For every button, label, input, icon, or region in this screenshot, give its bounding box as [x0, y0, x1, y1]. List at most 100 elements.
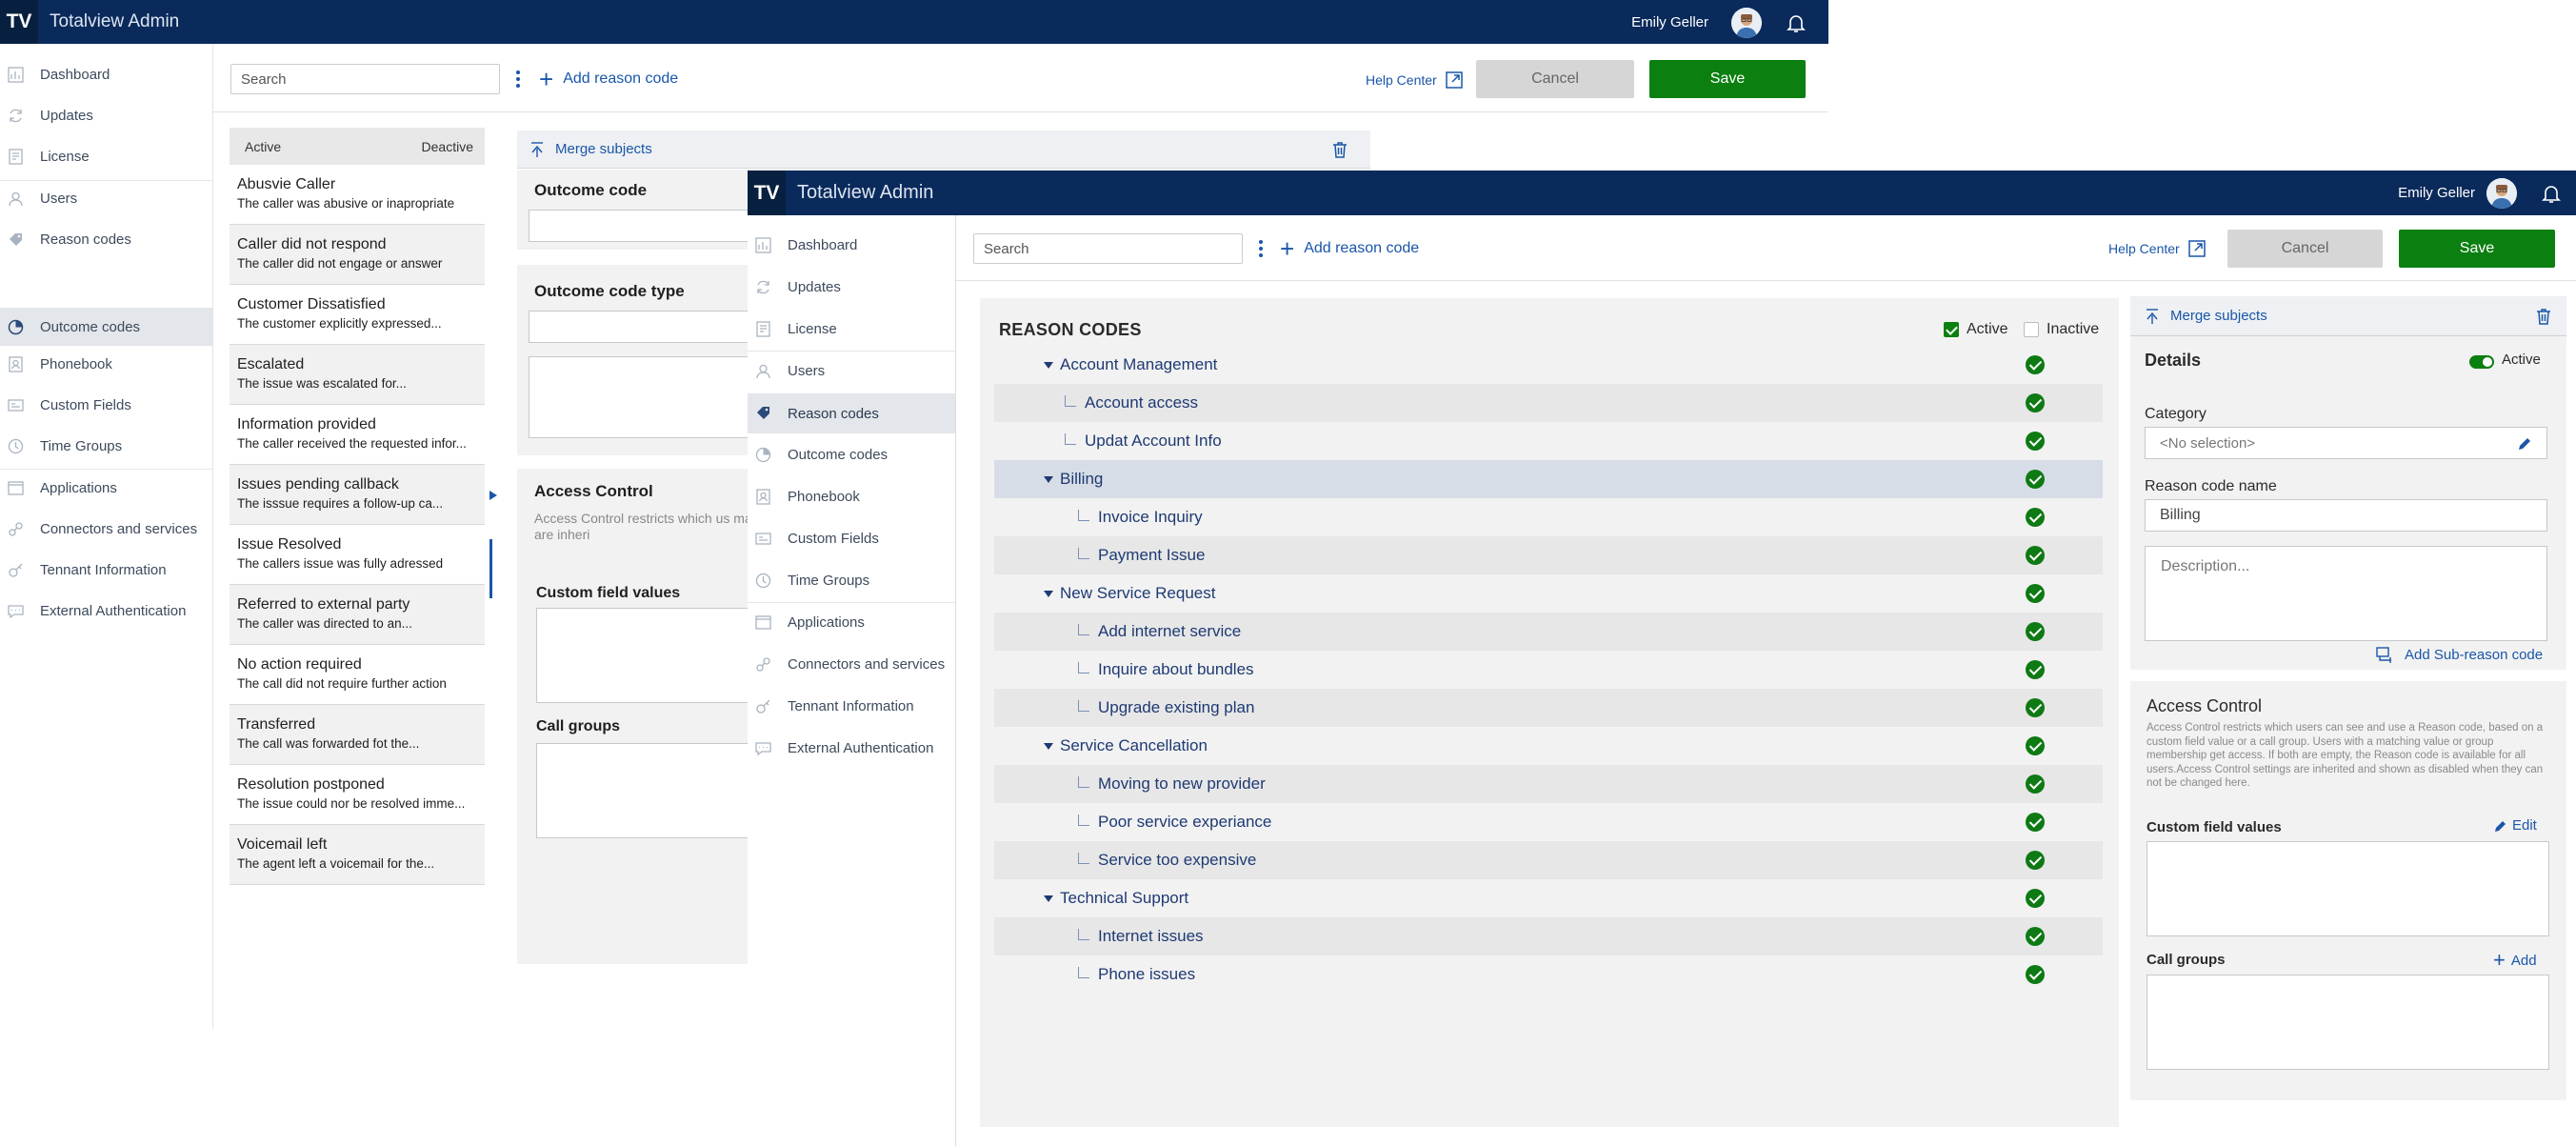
list-item[interactable]: Issues pending callback The isssue requir… [230, 465, 485, 525]
list-item[interactable]: Abusvie Caller The caller was abusive or … [230, 165, 485, 225]
sidebar-item-custom-fields[interactable]: Custom Fields [0, 386, 212, 424]
tab-active[interactable]: Active [245, 139, 281, 154]
avatar[interactable] [2486, 178, 2517, 209]
active-toggle[interactable] [2469, 355, 2494, 369]
category-field[interactable]: <No selection> [2145, 427, 2547, 459]
search-input[interactable]: Search [973, 233, 1243, 264]
tree-row-child[interactable]: Invoice Inquiry [994, 498, 2103, 536]
tree-row-parent[interactable]: New Service Request [994, 574, 2103, 613]
description-textarea[interactable]: Description... [2145, 546, 2547, 641]
list-item[interactable]: Resolution postponed The issue could nor … [230, 765, 485, 825]
merge-subjects-button[interactable]: Merge subjects [2130, 296, 2566, 336]
sidebar-item-time-groups[interactable]: Time Groups [748, 561, 955, 599]
active-checkbox[interactable] [1944, 322, 1959, 337]
more-options-icon[interactable] [1258, 239, 1264, 258]
sidebar-item-reason-codes[interactable]: Reason codes [748, 393, 955, 433]
sidebar-item-license[interactable]: License [0, 137, 212, 175]
search-input[interactable]: Search [230, 64, 500, 94]
save-button[interactable]: Save [1649, 60, 1806, 98]
tree-row-child[interactable]: Payment Issue [994, 536, 2103, 574]
tree-row-child[interactable]: Phone issues [994, 955, 2103, 994]
custom-field-values-box[interactable] [2147, 841, 2549, 936]
more-options-icon[interactable] [515, 70, 521, 89]
list-item[interactable]: Referred to external party The caller was… [230, 585, 485, 645]
collapse-caret-icon[interactable] [1044, 743, 1053, 750]
sidebar-item-phonebook[interactable]: Phonebook [748, 477, 955, 515]
cancel-button[interactable]: Cancel [1476, 60, 1634, 98]
collapse-caret-icon[interactable] [1044, 362, 1053, 369]
tree-row-child[interactable]: Add internet service [994, 613, 2103, 651]
collapse-caret-icon[interactable] [1044, 895, 1053, 902]
tree-row-child[interactable]: Moving to new provider [994, 765, 2103, 803]
list-item[interactable]: Issue Resolved The callers issue was full… [230, 525, 485, 585]
sidebar-item-tenant-info[interactable]: Tennant Information [0, 551, 212, 589]
sidebar-item-users[interactable]: Users [0, 179, 212, 217]
delete-icon[interactable] [2534, 307, 2553, 326]
sidebar-item-tenant-info[interactable]: Tennant Information [748, 687, 955, 725]
sidebar-item-users[interactable]: Users [748, 352, 955, 390]
filter-active[interactable]: Active [1944, 320, 2008, 339]
tree-row-parent[interactable]: Service Cancellation [994, 727, 2103, 765]
sidebar-item-license[interactable]: License [748, 310, 955, 348]
tree-row-child[interactable]: Inquire about bundles [994, 651, 2103, 689]
sidebar-item-external-auth[interactable]: External Authentication [748, 729, 955, 767]
tree-row-child[interactable]: Internet issues [994, 917, 2103, 955]
sidebar-item-reason-codes[interactable]: Reason codes [0, 220, 212, 258]
list-item[interactable]: Caller did not respond The caller did not… [230, 225, 485, 285]
sidebar-item-applications[interactable]: Applications [748, 603, 955, 641]
list-item[interactable]: Customer Dissatisfied The customer explic… [230, 285, 485, 345]
merge-subjects-button[interactable]: Merge subjects [517, 131, 1370, 169]
sidebar-item-dashboard[interactable]: Dashboard [748, 226, 955, 264]
cancel-button[interactable]: Cancel [2227, 230, 2383, 268]
tab-deactive[interactable]: Deactive [422, 139, 473, 154]
sidebar-item-connectors[interactable]: Connectors and services [748, 645, 955, 683]
toolbar: Search + Add reason code Help Center Canc… [956, 215, 2576, 281]
edit-pencil-icon[interactable] [2516, 435, 2533, 452]
save-button[interactable]: Save [2399, 230, 2555, 268]
edit-custom-fields-button[interactable]: Edit [2493, 817, 2537, 834]
sidebar-item-external-auth[interactable]: External Authentication [0, 592, 212, 630]
avatar[interactable] [1731, 8, 1762, 38]
bell-icon[interactable] [2540, 182, 2563, 205]
delete-icon[interactable] [1330, 140, 1349, 159]
sidebar-item-connectors[interactable]: Connectors and services [0, 510, 212, 548]
sidebar-item-dashboard[interactable]: Dashboard [0, 55, 212, 93]
tree-row-child[interactable]: Service too expensive [994, 841, 2103, 879]
sidebar-item-custom-fields[interactable]: Custom Fields [748, 519, 955, 557]
user-name[interactable]: Emily Geller [2398, 171, 2475, 215]
help-center-link[interactable]: Help Center [1366, 69, 1464, 91]
sidebar-item-updates[interactable]: Updates [0, 96, 212, 134]
sidebar-item-phonebook[interactable]: Phonebook [0, 345, 212, 383]
tree-row-parent[interactable]: Account Management [994, 346, 2103, 384]
filter-inactive[interactable]: Inactive [2024, 320, 2099, 339]
inactive-checkbox[interactable] [2024, 322, 2039, 337]
help-center-link[interactable]: Help Center [2108, 237, 2207, 260]
add-reason-code-button[interactable]: + Add reason code [539, 66, 678, 92]
active-check-icon [2026, 546, 2045, 565]
add-call-group-button[interactable]: + Add [2493, 950, 2537, 971]
tree-row-parent[interactable]: Technical Support [994, 879, 2103, 917]
tree-row-parent[interactable]: Billing [994, 460, 2103, 498]
list-item[interactable]: Transferred The call was forwarded fot th… [230, 705, 485, 765]
list-item[interactable]: Escalated The issue was escalated for... [230, 345, 485, 405]
collapse-caret-icon[interactable] [1044, 591, 1053, 597]
call-groups-box[interactable] [2147, 975, 2549, 1070]
tree-row-child[interactable]: Poor service experiance [994, 803, 2103, 841]
list-item[interactable]: Information provided The caller received … [230, 405, 485, 465]
sidebar-item-updates[interactable]: Updates [748, 268, 955, 306]
tree-row-child[interactable]: Updat Account Info [994, 422, 2103, 460]
tree-row-child[interactable]: Account access [994, 384, 2103, 422]
reason-code-name-input[interactable]: Billing [2145, 499, 2547, 532]
add-sub-reason-code-button[interactable]: Add Sub-reason code [2376, 646, 2543, 663]
sidebar-item-outcome-codes[interactable]: Outcome codes [0, 308, 212, 346]
sidebar-item-outcome-codes[interactable]: Outcome codes [748, 435, 955, 473]
collapse-caret-icon[interactable] [1044, 476, 1053, 483]
user-name[interactable]: Emily Geller [1631, 0, 1708, 44]
list-item[interactable]: Voicemail left The agent left a voicemail… [230, 825, 485, 885]
sidebar-item-applications[interactable]: Applications [0, 469, 212, 507]
sidebar-item-time-groups[interactable]: Time Groups [0, 427, 212, 465]
bell-icon[interactable] [1785, 11, 1807, 34]
tree-row-child[interactable]: Upgrade existing plan [994, 689, 2103, 727]
add-reason-code-button[interactable]: + Add reason code [1280, 235, 1419, 262]
list-item[interactable]: No action required The call did not requi… [230, 645, 485, 705]
